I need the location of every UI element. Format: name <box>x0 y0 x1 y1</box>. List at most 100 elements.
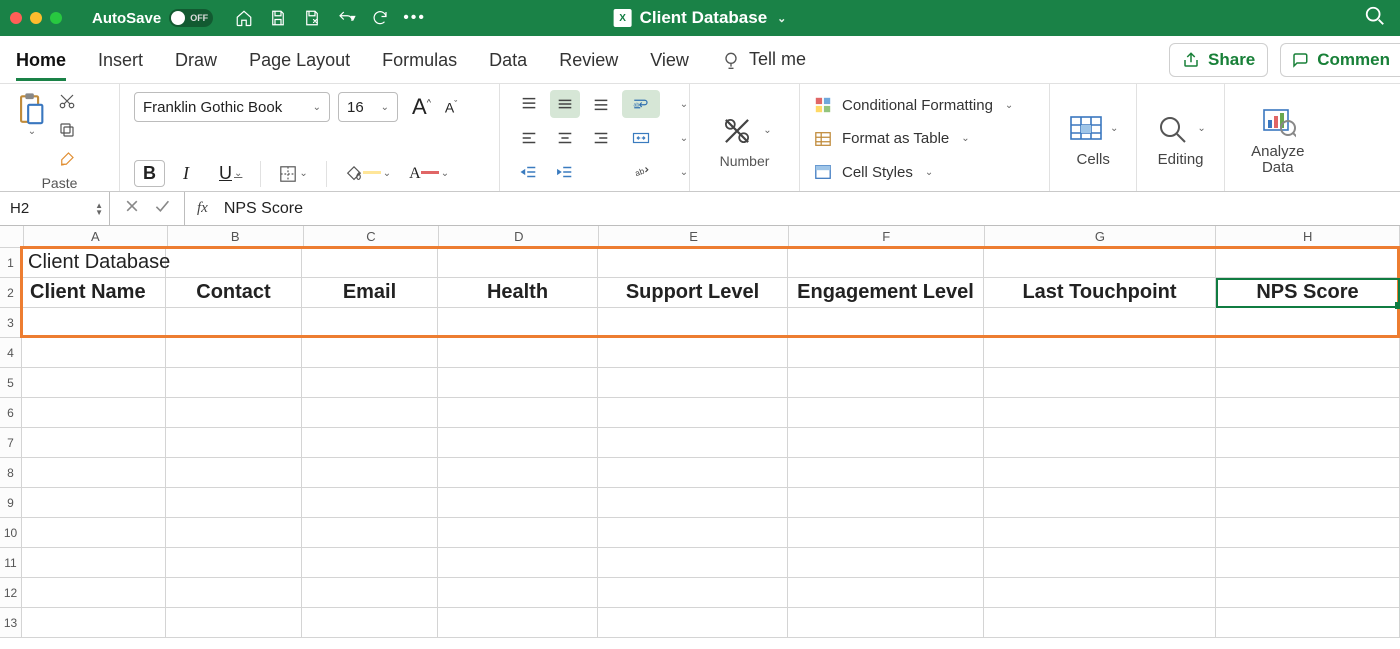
cell[interactable] <box>438 578 598 607</box>
fullscreen-window-icon[interactable] <box>50 12 62 24</box>
col-header[interactable]: A <box>24 226 168 247</box>
cell[interactable] <box>302 368 438 397</box>
cell[interactable] <box>598 308 788 337</box>
row-header[interactable]: 7 <box>0 428 22 458</box>
col-header[interactable]: C <box>304 226 440 247</box>
cell[interactable]: Client Database <box>22 248 166 277</box>
col-header[interactable]: G <box>985 226 1217 247</box>
row-header[interactable]: 8 <box>0 458 22 488</box>
row-header[interactable]: 9 <box>0 488 22 518</box>
row-header[interactable]: 6 <box>0 398 22 428</box>
italic-button[interactable]: I <box>183 163 201 184</box>
cell[interactable] <box>598 428 788 457</box>
fx-label[interactable]: fx <box>185 192 220 225</box>
cell[interactable] <box>438 458 598 487</box>
autosave-switch[interactable]: OFF <box>169 9 213 27</box>
cell[interactable] <box>166 578 302 607</box>
cell[interactable] <box>984 608 1216 637</box>
cell[interactable] <box>1216 608 1400 637</box>
cell[interactable] <box>788 548 984 577</box>
tab-home[interactable]: Home <box>16 38 66 81</box>
row-header[interactable]: 4 <box>0 338 22 368</box>
cell[interactable] <box>302 488 438 517</box>
tab-formulas[interactable]: Formulas <box>382 38 457 81</box>
border-button[interactable]: ⌄ <box>279 165 307 183</box>
cell[interactable] <box>438 308 598 337</box>
increase-indent-icon[interactable] <box>550 158 580 186</box>
cell[interactable] <box>302 428 438 457</box>
cell[interactable] <box>788 488 984 517</box>
cell[interactable] <box>22 428 166 457</box>
chevron-down-icon[interactable]: ⌄ <box>1197 123 1205 134</box>
font-name-combo[interactable]: Franklin Gothic Book⌄ <box>134 92 330 122</box>
cell[interactable] <box>598 398 788 427</box>
cell[interactable] <box>302 338 438 367</box>
formula-input[interactable]: NPS Score <box>220 192 1400 225</box>
cell[interactable] <box>788 368 984 397</box>
align-right-icon[interactable] <box>586 124 616 152</box>
group-number[interactable]: ⌄ Number <box>690 84 800 191</box>
cell[interactable] <box>22 578 166 607</box>
cell[interactable] <box>984 518 1216 547</box>
enter-formula-icon[interactable] <box>154 198 170 219</box>
tab-data[interactable]: Data <box>489 38 527 81</box>
row-header[interactable]: 2 <box>0 278 22 308</box>
chevron-down-icon[interactable]: ⌄ <box>28 126 36 137</box>
cell[interactable] <box>1216 578 1400 607</box>
col-header[interactable]: D <box>439 226 599 247</box>
cell[interactable] <box>302 248 438 277</box>
cell[interactable] <box>984 578 1216 607</box>
conditional-formatting-button[interactable]: Conditional Formatting⌄ <box>814 90 1035 120</box>
cell[interactable]: Engagement Level <box>788 278 984 307</box>
align-center-icon[interactable] <box>550 124 580 152</box>
search-icon[interactable] <box>1364 5 1386 32</box>
cell[interactable] <box>438 398 598 427</box>
align-middle-icon[interactable] <box>550 90 580 118</box>
cell[interactable] <box>22 608 166 637</box>
cell[interactable] <box>438 338 598 367</box>
home-icon[interactable] <box>227 3 261 33</box>
cell[interactable] <box>166 608 302 637</box>
tab-view[interactable]: View <box>650 38 689 81</box>
cells-button[interactable]: ⌄ Cells <box>1050 84 1137 191</box>
merge-cells-icon[interactable] <box>622 124 660 152</box>
spreadsheet-grid[interactable]: A B C D E F G H 1 2 3 4 5 6 7 8 9 10 11 … <box>0 226 1400 649</box>
cell[interactable] <box>598 518 788 547</box>
cell[interactable] <box>1216 428 1400 457</box>
comments-button[interactable]: Commen <box>1280 43 1400 77</box>
col-header[interactable]: F <box>789 226 985 247</box>
cell[interactable] <box>166 458 302 487</box>
chevron-down-icon[interactable]: ⌄ <box>777 12 786 25</box>
col-header[interactable]: H <box>1216 226 1400 247</box>
cell[interactable] <box>788 338 984 367</box>
cell[interactable] <box>22 458 166 487</box>
cell[interactable] <box>984 338 1216 367</box>
redo-button[interactable] <box>363 3 397 33</box>
chevron-down-icon[interactable]: ▾ <box>351 13 356 24</box>
name-box[interactable]: H2 ▲▼ <box>0 192 110 225</box>
cell[interactable] <box>788 398 984 427</box>
cell[interactable] <box>22 518 166 547</box>
cell[interactable] <box>302 398 438 427</box>
share-button[interactable]: Share <box>1169 43 1268 77</box>
cell[interactable] <box>598 368 788 397</box>
cell[interactable] <box>22 338 166 367</box>
cell[interactable] <box>1216 368 1400 397</box>
cell[interactable] <box>984 488 1216 517</box>
cell[interactable] <box>788 428 984 457</box>
cell[interactable] <box>1216 248 1400 277</box>
col-header[interactable]: B <box>168 226 304 247</box>
cell[interactable] <box>984 548 1216 577</box>
decrease-indent-icon[interactable] <box>514 158 544 186</box>
cell[interactable] <box>438 488 598 517</box>
cancel-formula-icon[interactable] <box>124 198 140 219</box>
cell[interactable] <box>438 518 598 547</box>
row-header[interactable]: 5 <box>0 368 22 398</box>
cell[interactable] <box>1216 518 1400 547</box>
align-left-icon[interactable] <box>514 124 544 152</box>
cell[interactable] <box>984 398 1216 427</box>
autosave-toggle[interactable]: AutoSave OFF <box>92 9 213 27</box>
editing-button[interactable]: ⌄ Editing <box>1137 84 1224 191</box>
cell[interactable] <box>166 248 302 277</box>
cell[interactable] <box>788 308 984 337</box>
